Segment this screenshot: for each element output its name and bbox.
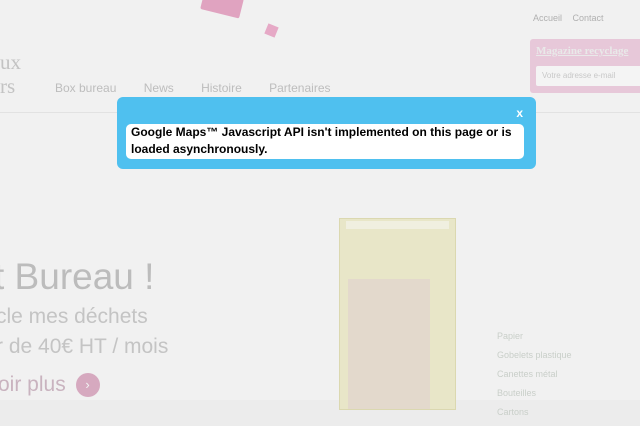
logo-line-2: rs [0, 74, 16, 98]
chevron-right-icon: › [75, 373, 100, 398]
product-box-top [346, 221, 449, 229]
top-link-home[interactable]: Accueil [533, 13, 562, 23]
site-logo[interactable]: ux rs [0, 50, 21, 98]
nav-item-news[interactable]: News [144, 81, 174, 95]
background-page: Accueil Contact ux rs Box bureau News Hi… [0, 0, 640, 417]
decorative-shape-small [264, 23, 279, 38]
newsletter-box: Magazine recyclage Votre adresse e-mail [530, 39, 640, 93]
hero-line-1: cle mes déchets [0, 305, 148, 328]
decorative-shape [200, 0, 244, 19]
google-maps-alert-popup: x Google Maps™ Javascript API isn't impl… [117, 97, 536, 169]
close-button[interactable]: x [516, 106, 523, 120]
see-more-link[interactable]: oir plus › [0, 373, 100, 398]
nav-item-partenaires[interactable]: Partenaires [269, 81, 330, 95]
product-box-image [339, 218, 456, 410]
nav-item-histoire[interactable]: Histoire [201, 81, 242, 95]
alert-message: Google Maps™ Javascript API isn't implem… [126, 124, 524, 159]
list-item: Gobelets plastique [497, 350, 572, 360]
hero-title: t Bureau ! [0, 256, 155, 297]
recycling-list: Papier Gobelets plastique Canettes métal… [497, 331, 572, 426]
logo-line-1: ux [0, 50, 21, 74]
newsletter-email-input[interactable]: Votre adresse e-mail [536, 66, 640, 86]
hero-line-2: r de 40€ HT / mois [0, 335, 169, 358]
top-links: Accueil Contact [533, 13, 612, 23]
see-more-label: oir plus [0, 373, 66, 396]
list-item: Cartons [497, 407, 529, 417]
product-box-panel [348, 279, 430, 409]
list-item: Canettes métal [497, 369, 558, 379]
nav-item-box-bureau[interactable]: Box bureau [55, 81, 116, 95]
newsletter-title[interactable]: Magazine recyclage [536, 45, 628, 57]
top-link-contact[interactable]: Contact [573, 13, 604, 23]
list-item: Papier [497, 331, 524, 341]
main-nav: Box bureau News Histoire Partenaires [55, 81, 355, 95]
list-item: Bouteilles [497, 388, 537, 398]
